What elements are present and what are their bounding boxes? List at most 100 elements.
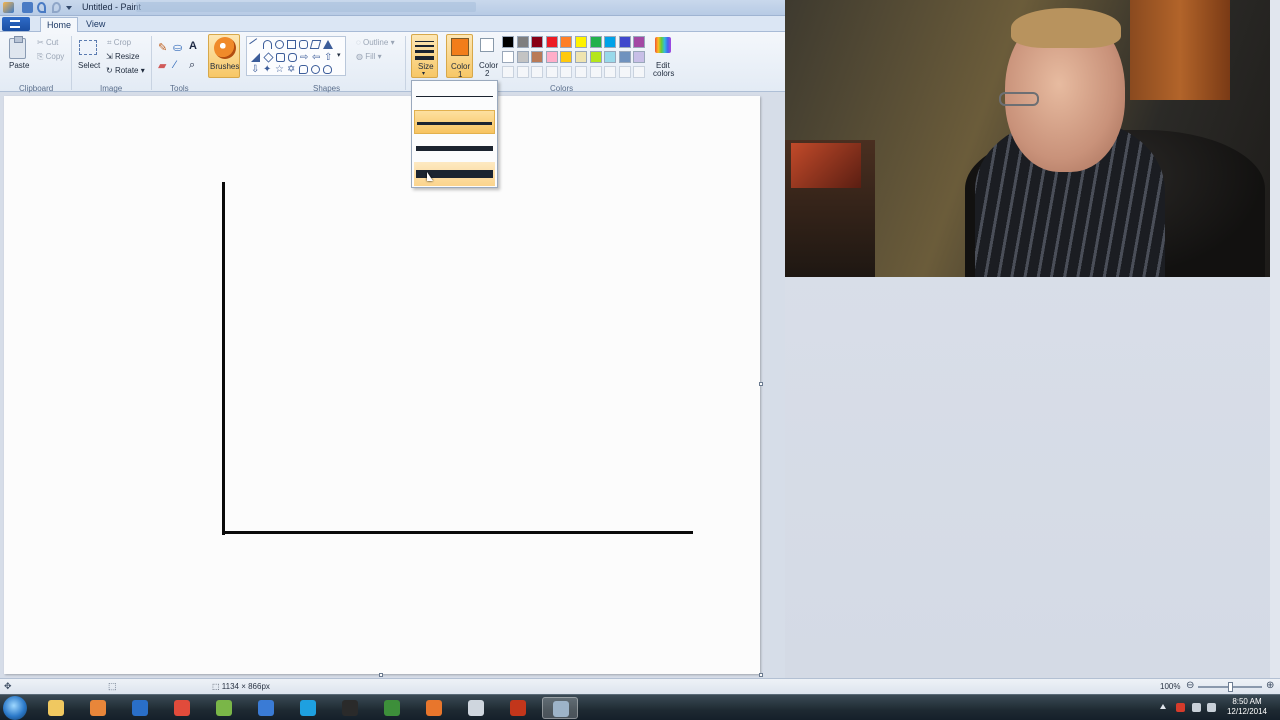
- hexagon-shape-icon[interactable]: [288, 53, 297, 62]
- canvas-resize-handle-corner[interactable]: [759, 673, 763, 677]
- undo-icon[interactable]: [37, 2, 46, 13]
- palette-empty-swatch[interactable]: [604, 66, 617, 78]
- brushes-button[interactable]: Brushes: [208, 34, 240, 78]
- palette-swatch[interactable]: [560, 51, 573, 63]
- tray-volume-icon[interactable]: [1207, 703, 1216, 712]
- shapes-scroll-icon[interactable]: ▾: [337, 51, 341, 59]
- down-arrow-shape-icon[interactable]: ⇩: [251, 65, 260, 75]
- magnifier-icon[interactable]: ⌕: [189, 59, 195, 72]
- taskbar-app-notepad-plus-plus[interactable]: [206, 697, 242, 719]
- palette-swatch[interactable]: [633, 51, 646, 63]
- fill-bucket-icon[interactable]: ⛀: [173, 41, 182, 54]
- taskbar-app-media-player[interactable]: [80, 697, 116, 719]
- paint-app-icon[interactable]: [3, 2, 14, 13]
- crop-button[interactable]: ⌗ Crop: [107, 38, 131, 48]
- oval-shape-icon[interactable]: [275, 40, 284, 49]
- curve-shape-icon[interactable]: [263, 40, 272, 49]
- taskbar-app-camera[interactable]: [458, 697, 494, 719]
- size-option[interactable]: [414, 84, 495, 108]
- cut-button[interactable]: ✂ Cut: [37, 38, 58, 47]
- canvas-resize-handle-right[interactable]: [759, 382, 763, 386]
- palette-empty-swatch[interactable]: [618, 66, 631, 78]
- tray-flag-icon[interactable]: [1176, 703, 1185, 712]
- vertical-scrollbar[interactable]: [1270, 0, 1280, 680]
- pencil-icon[interactable]: ✎: [158, 41, 167, 54]
- edit-colors-icon[interactable]: [655, 37, 671, 53]
- polygon-shape-icon[interactable]: [309, 40, 322, 49]
- eraser-icon[interactable]: ▰: [158, 59, 166, 72]
- size-option[interactable]: [414, 136, 495, 160]
- start-button[interactable]: [3, 696, 27, 720]
- diamond-shape-icon[interactable]: [263, 52, 274, 63]
- color1-button[interactable]: Color 1: [446, 34, 473, 79]
- palette-swatch[interactable]: [545, 51, 558, 63]
- palette-swatch[interactable]: [560, 36, 573, 48]
- palette-swatch[interactable]: [604, 36, 617, 48]
- tray-monitor-icon[interactable]: [1192, 703, 1201, 712]
- palette-swatch[interactable]: [531, 51, 544, 63]
- right-arrow-shape-icon[interactable]: ⇨: [300, 53, 309, 63]
- palette-swatch[interactable]: [633, 36, 646, 48]
- palette-swatch[interactable]: [531, 36, 544, 48]
- palette-swatch[interactable]: [604, 51, 617, 63]
- six-point-star-shape-icon[interactable]: ✡: [287, 65, 296, 75]
- zoom-in-icon[interactable]: ⊕: [1266, 680, 1274, 691]
- canvas-resize-handle-bottom[interactable]: [379, 673, 383, 677]
- taskbar-app-chrome[interactable]: [164, 697, 200, 719]
- tab-home[interactable]: Home: [40, 17, 79, 32]
- taskbar-app-firefox[interactable]: [416, 697, 452, 719]
- palette-empty-swatch[interactable]: [531, 66, 544, 78]
- palette-swatch[interactable]: [575, 51, 587, 63]
- palette-empty-swatch[interactable]: [502, 66, 514, 78]
- taskbar-app-photoshop[interactable]: [122, 697, 158, 719]
- palette-swatch[interactable]: [502, 51, 514, 63]
- right-triangle-shape-icon[interactable]: [251, 53, 260, 62]
- select-button[interactable]: Select: [78, 61, 100, 70]
- palette-swatch[interactable]: [516, 51, 529, 63]
- taskbar-app-terminal[interactable]: [374, 697, 410, 719]
- file-menu-button[interactable]: [2, 17, 30, 31]
- tab-view[interactable]: View: [80, 17, 111, 32]
- taskbar-app-skype[interactable]: [290, 697, 326, 719]
- palette-swatch[interactable]: [589, 36, 602, 48]
- cloud-callout-shape-icon[interactable]: [323, 65, 332, 74]
- triangle-shape-icon[interactable]: [323, 40, 333, 49]
- taskbar-app-paint[interactable]: [542, 697, 578, 719]
- palette-empty-swatch[interactable]: [589, 66, 602, 78]
- tray-clock[interactable]: 8:50 AM 12/12/2014: [1225, 697, 1269, 717]
- palette-swatch[interactable]: [575, 36, 587, 48]
- fill-button[interactable]: ◍ Fill ▾: [356, 52, 382, 61]
- color2-swatch[interactable]: [480, 38, 494, 52]
- rotate-button[interactable]: ↻ Rotate ▾: [106, 66, 145, 75]
- drawing-canvas[interactable]: [4, 96, 760, 674]
- select-icon[interactable]: [79, 40, 97, 55]
- palette-swatch[interactable]: [545, 36, 558, 48]
- zoom-out-icon[interactable]: ⊖: [1186, 680, 1194, 691]
- palette-swatch[interactable]: [618, 36, 631, 48]
- paste-button[interactable]: Paste: [9, 61, 29, 70]
- palette-swatch[interactable]: [589, 51, 602, 63]
- size-option[interactable]: [414, 110, 495, 134]
- taskbar-app-media-tool[interactable]: [500, 697, 536, 719]
- paste-icon[interactable]: [9, 36, 26, 59]
- rectangle-shape-icon[interactable]: [287, 40, 296, 49]
- palette-empty-swatch[interactable]: [545, 66, 558, 78]
- tray-overflow-icon[interactable]: [1160, 703, 1166, 709]
- palette-empty-swatch[interactable]: [516, 66, 529, 78]
- zoom-slider-thumb[interactable]: [1228, 682, 1233, 692]
- outline-button[interactable]: ◌ Outline ▾: [356, 38, 395, 47]
- redo-icon[interactable]: [52, 2, 61, 13]
- callout-shape-icon[interactable]: [299, 65, 308, 74]
- palette-empty-swatch[interactable]: [575, 66, 587, 78]
- line-shape-icon[interactable]: [249, 38, 262, 51]
- up-arrow-shape-icon[interactable]: ⇧: [324, 53, 333, 63]
- palette-empty-swatch[interactable]: [633, 66, 646, 78]
- taskbar-app-photoshop-alt[interactable]: [248, 697, 284, 719]
- color-picker-icon[interactable]: ⁄: [174, 59, 176, 71]
- palette-empty-swatch[interactable]: [560, 66, 573, 78]
- palette-swatch[interactable]: [502, 36, 514, 48]
- left-arrow-shape-icon[interactable]: ⇦: [312, 53, 321, 63]
- rounded-rectangle-shape-icon[interactable]: [299, 40, 308, 49]
- copy-button[interactable]: ⎘ Copy: [37, 52, 64, 62]
- taskbar-app-explorer[interactable]: [38, 697, 74, 719]
